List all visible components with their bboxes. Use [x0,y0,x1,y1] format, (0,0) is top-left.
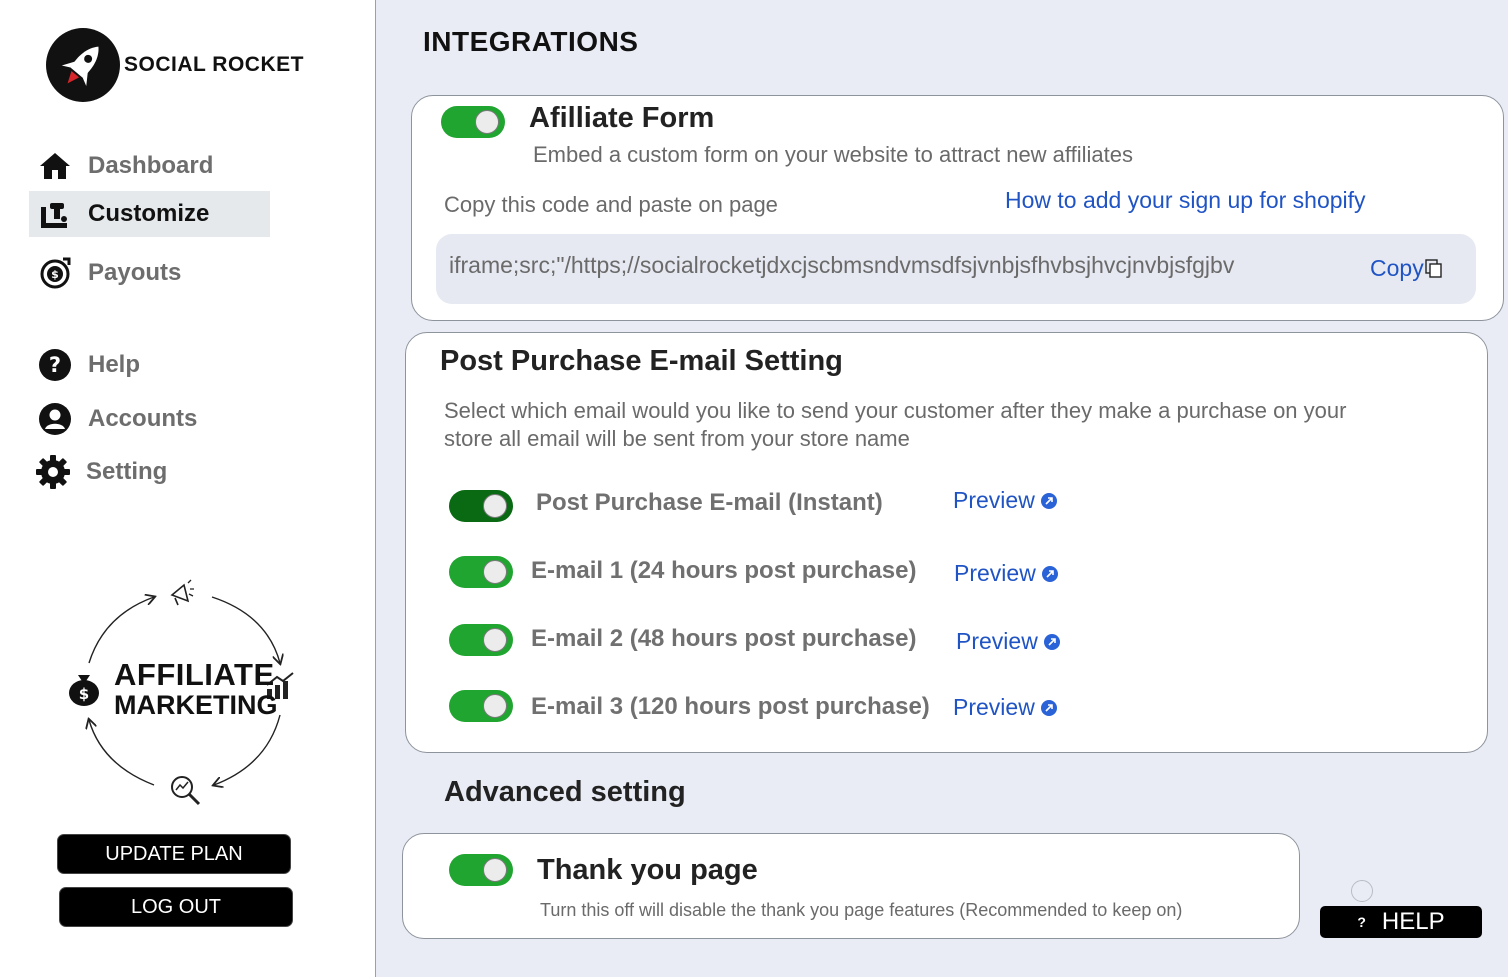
email-3-preview-link[interactable]: Preview [953,694,1057,721]
thank-you-page-title: Thank you page [537,854,758,886]
post-purchase-card [405,332,1488,753]
svg-text:$: $ [51,268,59,281]
toggle-knob [483,560,507,584]
copy-icon [1425,258,1443,279]
gear-icon [35,454,71,490]
copy-code-prompt: Copy this code and paste on page [444,192,778,217]
svg-text:?: ? [49,353,61,377]
email-instant-toggle[interactable] [449,490,513,522]
toggle-knob [483,628,507,652]
nav-item-setting[interactable]: Setting [29,449,270,495]
svg-text:$: $ [79,685,89,703]
affiliate-form-title: Afilliate Form [529,102,715,134]
page-title: INTEGRATIONS [423,26,639,57]
megaphone-icon [170,579,194,606]
preview-label: Preview [953,694,1035,720]
magnifier-icon [171,776,201,806]
copy-label: Copy [1370,255,1424,281]
email-2-preview-link[interactable]: Preview [956,628,1060,655]
post-purchase-description-line2: store all email will be sent from your s… [444,426,910,451]
nav-label: Accounts [88,405,198,432]
question-icon: ? [37,347,73,383]
email-3-label: E-mail 3 (120 hours post purchase) [531,693,930,720]
embed-code-text[interactable]: iframe;src;"/https;//socialrocketjdxcjsc… [449,252,1234,279]
money-bag-icon: $ [69,675,99,706]
help-button[interactable]: ? HELP [1320,906,1482,938]
question-mark: ? [1357,914,1366,930]
email-1-preview-link[interactable]: Preview [954,560,1058,587]
affiliate-title-line2: MARKETING [114,690,278,720]
email-3-toggle[interactable] [449,690,513,722]
user-icon [37,401,73,437]
post-purchase-description-line1: Select which email would you like to sen… [444,398,1347,423]
external-link-icon [1040,492,1057,509]
affiliate-form-toggle[interactable] [441,106,505,138]
rocket-icon [46,28,120,102]
post-purchase-title: Post Purchase E-mail Setting [440,345,843,377]
affiliate-title-line1: AFFILIATE [114,657,275,692]
nav-item-dashboard[interactable]: Dashboard [29,143,270,189]
nav-item-help[interactable]: ? Help [29,342,270,388]
external-link-icon [1041,565,1058,582]
external-link-icon [1040,699,1057,716]
nav-label: Customize [88,200,210,227]
chat-bubble-icon [1351,880,1373,902]
home-icon [37,148,73,184]
nav-label: Setting [86,458,168,485]
affiliate-form-subtitle: Embed a custom form on your website to a… [533,142,1133,167]
preview-label: Preview [953,487,1035,513]
customize-icon [37,196,73,232]
toggle-knob [483,694,507,718]
nav-label: Help [88,351,141,378]
nav-label: Dashboard [88,152,214,179]
toggle-knob [483,494,507,518]
email-1-toggle[interactable] [449,556,513,588]
brand-logo[interactable]: SOCIAL ROCKET [46,28,304,102]
help-label: HELP [1381,908,1445,935]
nav-label: Payouts [88,259,182,286]
thank-you-page-toggle[interactable] [449,854,513,886]
sidebar: SOCIAL ROCKET Dashboard Customize $ Payo… [0,0,376,977]
log-out-button[interactable]: LOG OUT [59,887,293,927]
email-2-label: E-mail 2 (48 hours post purchase) [531,625,917,652]
email-instant-label: Post Purchase E-mail (Instant) [536,489,883,516]
toggle-knob [483,858,507,882]
thank-you-page-note: Turn this off will disable the thank you… [540,900,1183,920]
update-plan-button[interactable]: UPDATE PLAN [57,834,291,874]
advanced-setting-title: Advanced setting [444,776,686,808]
shopify-help-link[interactable]: How to add your sign up for shopify [1005,187,1366,214]
copy-code-button[interactable]: Copy [1370,255,1443,282]
email-2-toggle[interactable] [449,624,513,656]
email-instant-preview-link[interactable]: Preview [953,487,1057,514]
preview-label: Preview [954,560,1036,586]
brand-name: SOCIAL ROCKET [124,53,304,76]
toggle-knob [475,110,499,134]
nav-item-accounts[interactable]: Accounts [29,396,270,442]
nav-item-customize[interactable]: Customize [29,191,270,237]
external-link-icon [1043,633,1060,650]
preview-label: Preview [956,628,1038,654]
nav-item-payouts[interactable]: $ Payouts [29,250,270,296]
email-1-label: E-mail 1 (24 hours post purchase) [531,557,917,584]
payouts-icon: $ [37,255,73,291]
affiliate-marketing-graphic: $ AFFILIATE MARKETING [62,575,302,810]
